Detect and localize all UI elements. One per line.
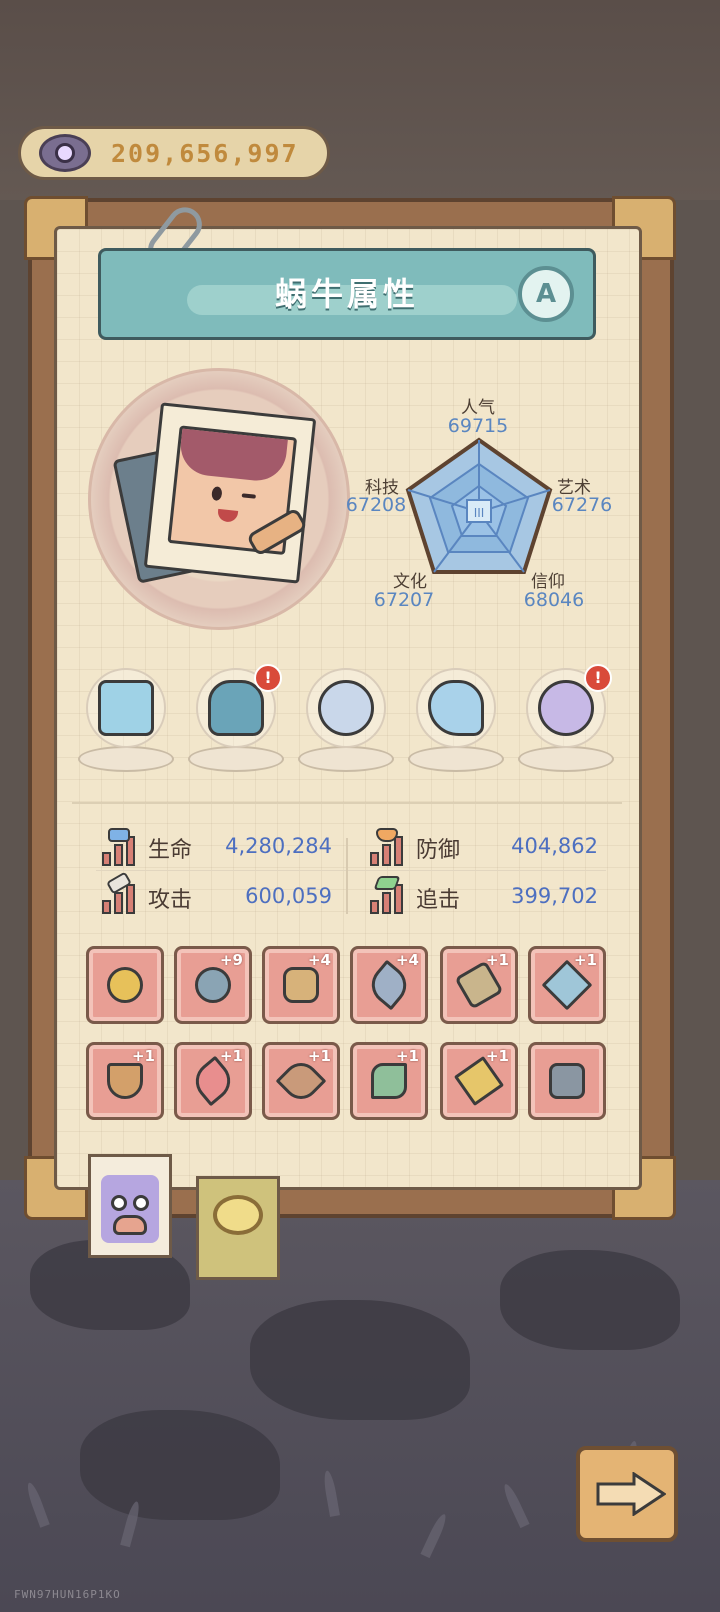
snail-face-icon	[101, 1175, 159, 1243]
character-portrait[interactable]	[143, 402, 317, 584]
radar-value-art: 67276	[551, 494, 613, 516]
eye-icon	[39, 134, 91, 172]
equip-slot-wand[interactable]: +1	[262, 1042, 340, 1120]
equip-slot-trident[interactable]: +1	[440, 1042, 518, 1120]
slingshot-icon	[107, 1063, 143, 1099]
radar-value-tech: 67208	[345, 494, 407, 516]
gem-orb-icon	[538, 680, 594, 736]
watermark: FWN97HUN16P1KO	[14, 1588, 121, 1601]
section-divider	[72, 802, 622, 804]
tab-shell[interactable]	[196, 1176, 280, 1280]
equip-slot-slingshot[interactable]: +1	[86, 1042, 164, 1120]
device-icon	[549, 1063, 585, 1099]
currency-bar: 209,656,997	[18, 126, 330, 180]
compass-icon	[318, 680, 374, 736]
attack-label: 攻击	[148, 888, 193, 913]
treasure-slot-5[interactable]: !	[518, 664, 614, 776]
alert-badge: !	[254, 664, 282, 692]
bracelet-icon	[195, 967, 231, 1003]
armor-icon	[283, 967, 319, 1003]
fish-creature-icon	[208, 680, 264, 736]
hp-icon	[102, 828, 142, 866]
equip-slot-scepter[interactable]: +1	[174, 1042, 252, 1120]
arrow-right-icon	[596, 1472, 666, 1516]
axe-icon	[371, 1063, 407, 1099]
alert-badge: !	[584, 664, 612, 692]
equip-slot-axe[interactable]: +1	[350, 1042, 428, 1120]
treasure-slot-3[interactable]	[298, 664, 394, 776]
equip-slot-device[interactable]	[528, 1042, 606, 1120]
radar-center-mark: III	[474, 506, 485, 520]
hp-label: 生命	[148, 838, 193, 863]
grade-badge[interactable]: A	[518, 266, 574, 322]
next-button[interactable]	[576, 1446, 678, 1542]
treasure-slot-4[interactable]	[408, 664, 504, 776]
eye-tablet-icon	[98, 680, 154, 736]
attack-icon	[102, 871, 142, 914]
radar-value-popularity: 69715	[447, 415, 509, 437]
equip-slot-ring[interactable]	[86, 946, 164, 1024]
equip-slot-armor[interactable]: +4	[262, 946, 340, 1024]
equip-slot-dagger[interactable]: +4	[350, 946, 428, 1024]
attribute-radar-chart: III	[405, 437, 553, 574]
tab-snail-attributes[interactable]	[88, 1154, 172, 1258]
equip-slot-bracelet[interactable]: +9	[174, 946, 252, 1024]
shell-icon	[213, 1195, 263, 1235]
radar-value-faith: 68046	[523, 589, 585, 611]
treasure-slot-1[interactable]	[78, 664, 174, 776]
defense-label: 防御	[416, 838, 461, 863]
pursuit-icon	[370, 876, 410, 914]
currency-amount: 209,656,997	[111, 138, 299, 168]
treasure-slot-2[interactable]: !	[188, 664, 284, 776]
hp-value: 4,280,284	[225, 834, 332, 858]
defense-icon	[370, 828, 410, 866]
defense-value: 404,862	[511, 834, 598, 858]
pursuit-value: 399,702	[511, 884, 598, 908]
pursuit-label: 追击	[416, 888, 461, 913]
equip-slot-sword[interactable]: +1	[528, 946, 606, 1024]
radar-value-culture: 67207	[373, 589, 435, 611]
attack-value: 600,059	[245, 884, 332, 908]
equip-slot-bone-staff[interactable]: +1	[440, 946, 518, 1024]
golden-ring-icon	[107, 967, 143, 1003]
